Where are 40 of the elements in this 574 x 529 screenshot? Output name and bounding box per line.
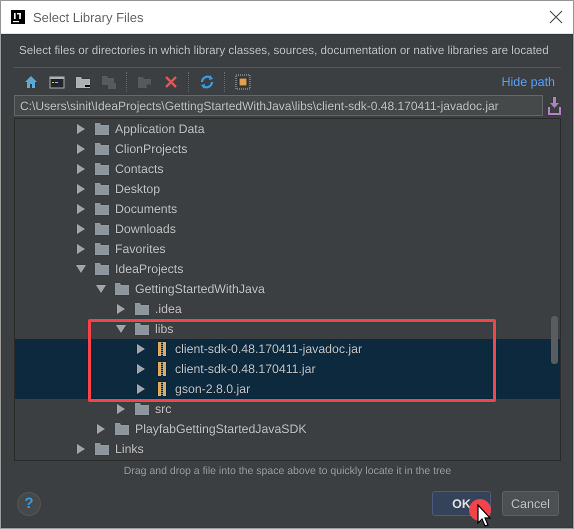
tree-row[interactable]: IdeaProjects [15, 259, 560, 279]
tree-row[interactable]: Contacts [15, 159, 560, 179]
folder-name[interactable]: src [155, 402, 172, 416]
tree-row[interactable]: ClionProjects [15, 139, 560, 159]
tree-row[interactable]: PlayfabGettingStartedJavaSDK [15, 419, 560, 439]
tree-row[interactable]: Downloads [15, 219, 560, 239]
folder-name[interactable]: Application Data [115, 122, 205, 136]
selected-row[interactable]: client-sdk-0.48.170411-javadoc.jar [15, 339, 560, 359]
folder-name[interactable]: PlayfabGettingStartedJavaSDK [135, 422, 307, 436]
folder-name[interactable]: Desktop [115, 182, 160, 196]
hide-path-link[interactable]: Hide path [501, 75, 555, 89]
folder-name[interactable]: Documents [115, 202, 178, 216]
tree-row[interactable]: Favorites [15, 239, 560, 259]
tree-row[interactable]: GettingStartedWithJava [15, 279, 560, 299]
instruction-text: Select files or directories in which library classes, sources, documentation or native libraries are located [19, 43, 549, 59]
folder-name[interactable]: Downloads [115, 222, 176, 236]
tree-row[interactable]: Links [15, 439, 560, 459]
folder-name[interactable]: IdeaProjects [115, 262, 184, 276]
file-name[interactable]: gson-2.8.0.jar [175, 382, 250, 396]
path-field[interactable]: C:\Users\sinit\IdeaProjects\GettingStartedWithJava\libs\client-sdk-0.48.170411-javadoc.jar [14, 95, 543, 116]
cancel-button[interactable]: Cancel [502, 491, 559, 516]
tree-row[interactable]: Application Data [15, 119, 560, 139]
tree-row[interactable]: src [15, 399, 560, 419]
folder-name[interactable]: .idea [155, 302, 182, 316]
file-name[interactable]: client-sdk-0.48.170411.jar [175, 362, 316, 376]
tree-row[interactable]: .idea [15, 299, 560, 319]
folder-name[interactable]: GettingStartedWithJava [135, 282, 265, 296]
folder-name[interactable]: Contacts [115, 162, 164, 176]
tree-row[interactable]: Documents [15, 199, 560, 219]
file-name[interactable]: client-sdk-0.48.170411-javadoc.jar [175, 342, 362, 356]
tree-row[interactable]: Desktop [15, 179, 560, 199]
folder-name[interactable]: libs [155, 322, 174, 336]
folder-name[interactable]: Favorites [115, 242, 166, 256]
folder-name[interactable]: Links [115, 442, 144, 456]
help-button[interactable]: ? [17, 492, 41, 516]
folder-name[interactable]: ClionProjects [115, 142, 188, 156]
selected-row[interactable]: client-sdk-0.48.170411.jar [15, 359, 560, 379]
selected-row[interactable]: gson-2.8.0.jar [15, 379, 560, 399]
hint-text: Drag and drop a file into the space above to quickly locate it in the tree [122, 465, 452, 477]
window-title: Select Library Files [33, 10, 145, 24]
